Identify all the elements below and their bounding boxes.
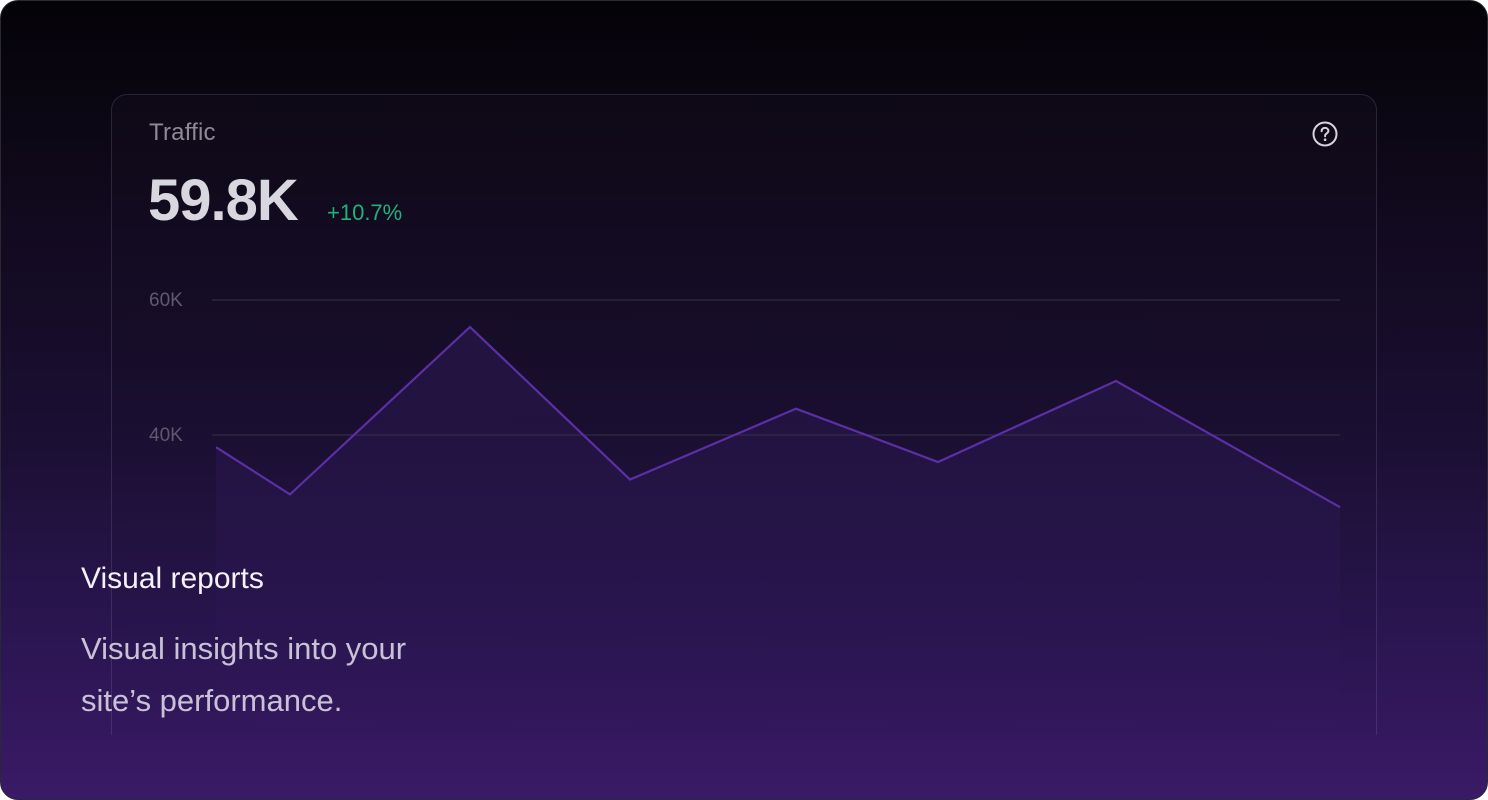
traffic-value: 59.8K (148, 168, 299, 233)
feature-caption: Visual reports Visual insights into your… (81, 557, 601, 727)
y-tick-label: 40K (149, 425, 183, 446)
feature-description: Visual insights into your site’s perform… (81, 631, 407, 718)
feature-title: Visual reports (81, 562, 264, 595)
card-title: Traffic (149, 119, 216, 146)
question-circle-icon[interactable] (1312, 121, 1338, 147)
traffic-delta: +10.7% (327, 200, 403, 225)
y-tick-label: 60K (149, 290, 183, 311)
feature-tile: 60K 40K Traffic 59.8K +10.7% Visual repor… (0, 0, 1488, 800)
